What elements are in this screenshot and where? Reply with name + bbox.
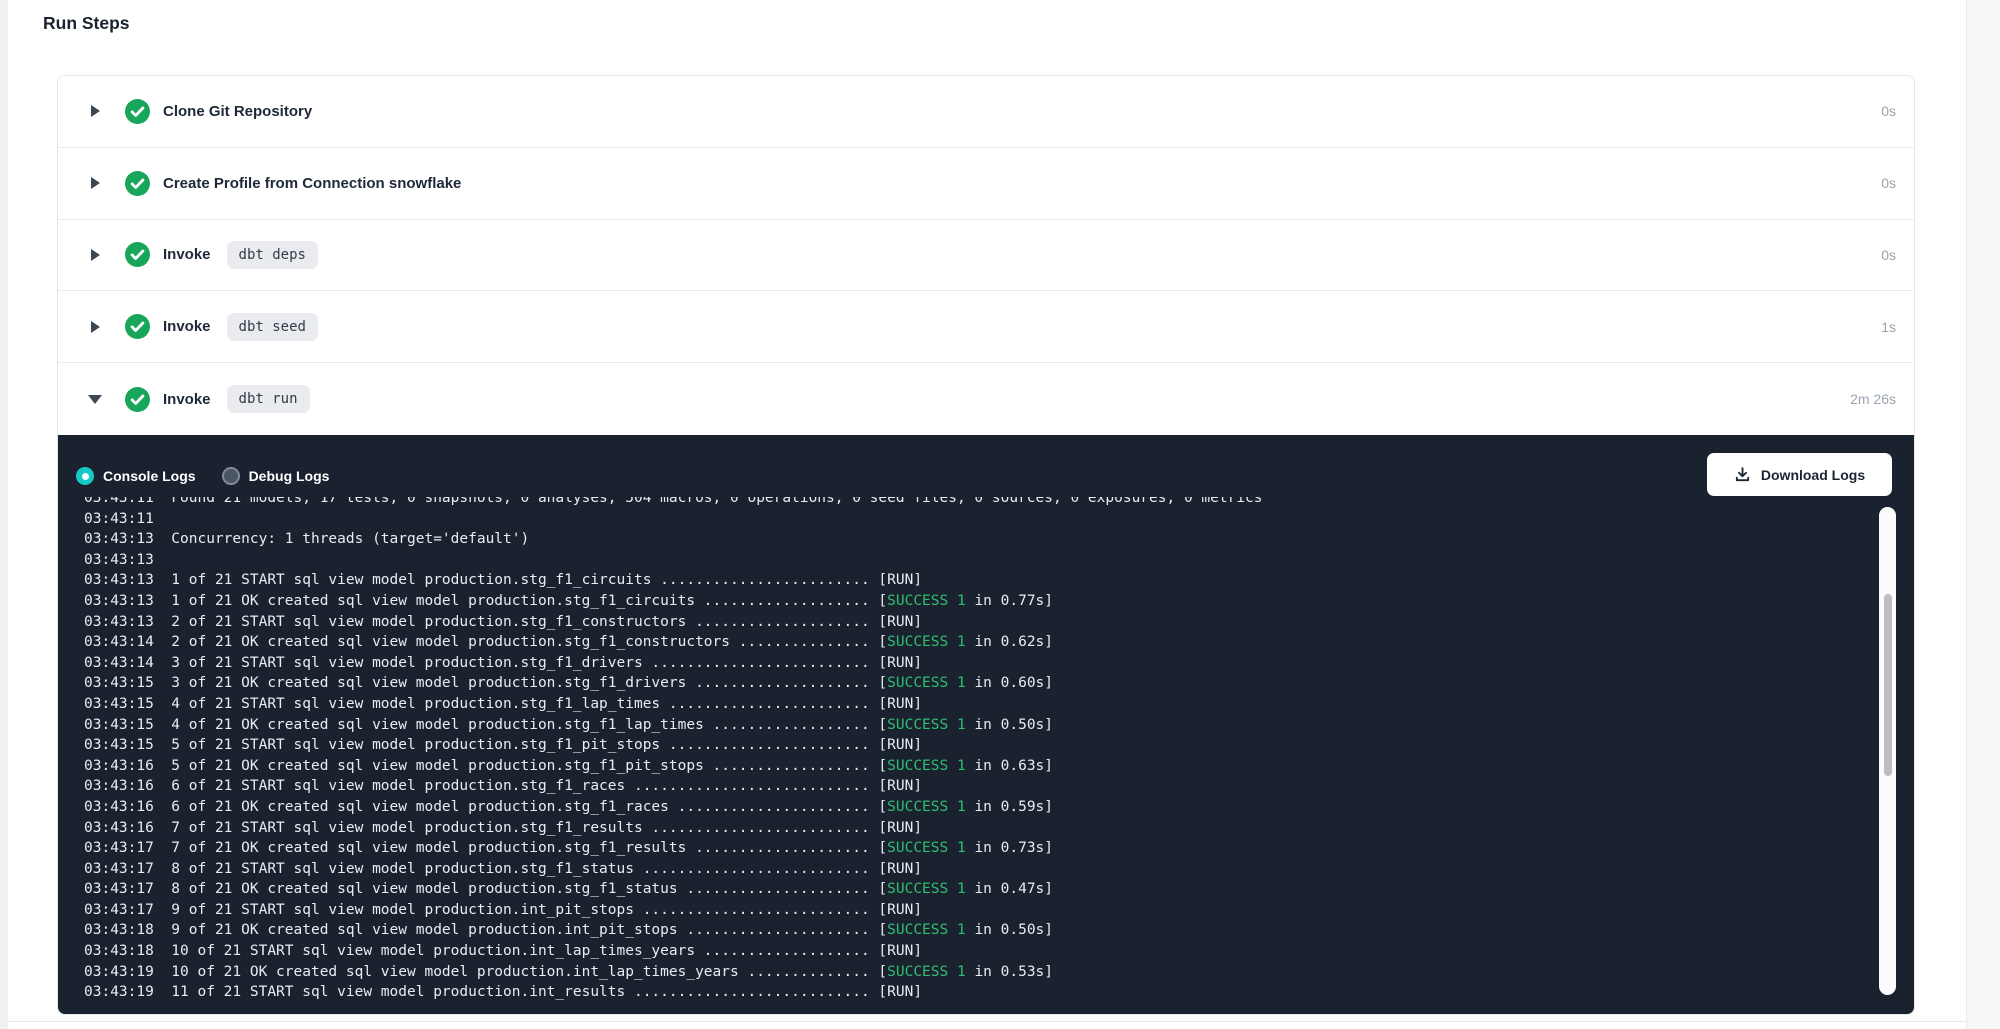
log-line: 03:43:14 2 of 21 OK created sql view mod… bbox=[84, 632, 1874, 653]
success-check-icon bbox=[125, 171, 150, 196]
log-line: 03:43:16 7 of 21 START sql view model pr… bbox=[84, 818, 1874, 839]
step-duration: 0s bbox=[1881, 175, 1896, 191]
log-line: 03:43:11 Found 21 models, 17 tests, 0 sn… bbox=[84, 497, 1874, 509]
log-line: 03:43:18 10 of 21 START sql view model p… bbox=[84, 941, 1874, 962]
page-title: Run Steps bbox=[43, 13, 130, 34]
log-line: 03:43:18 9 of 21 OK created sql view mod… bbox=[84, 920, 1874, 941]
right-gutter bbox=[1966, 0, 2000, 1029]
left-gutter bbox=[0, 0, 8, 1029]
log-tabs: Console Logs Debug Logs bbox=[76, 435, 329, 497]
log-line: 03:43:19 10 of 21 OK created sql view mo… bbox=[84, 962, 1874, 983]
step-duration: 2m 26s bbox=[1850, 391, 1896, 407]
log-panel: Console Logs Debug Logs Download Logs 03:… bbox=[58, 435, 1914, 1015]
log-line: 03:43:16 5 of 21 OK created sql view mod… bbox=[84, 756, 1874, 777]
log-scrollbar-track[interactable] bbox=[1879, 507, 1896, 995]
tab-debug-logs[interactable]: Debug Logs bbox=[222, 467, 330, 485]
step-duration: 0s bbox=[1881, 103, 1896, 119]
log-line: 03:43:19 11 of 21 START sql view model p… bbox=[84, 982, 1874, 1003]
step-command-badge: dbt deps bbox=[227, 241, 318, 269]
step-command-badge: dbt seed bbox=[227, 313, 318, 341]
chevron-down-icon[interactable] bbox=[89, 395, 101, 404]
step-label: Create Profile from Connection snowflake bbox=[163, 175, 461, 192]
success-check-icon bbox=[125, 314, 150, 339]
step-duration: 1s bbox=[1881, 319, 1896, 335]
log-line: 03:43:13 Concurrency: 1 threads (target=… bbox=[84, 529, 1874, 550]
log-scrollbar-thumb[interactable] bbox=[1884, 594, 1892, 776]
step-row-create-profile-from-connection-snowflake[interactable]: Create Profile from Connection snowflake… bbox=[58, 148, 1914, 220]
log-line: 03:43:17 9 of 21 START sql view model pr… bbox=[84, 900, 1874, 921]
step-row-dbt-run[interactable]: Invoke dbt run 2m 26s bbox=[58, 363, 1914, 435]
run-steps-page: Run Steps Clone Git Repository0sCreate P… bbox=[0, 0, 2000, 1029]
log-line: 03:43:17 8 of 21 OK created sql view mod… bbox=[84, 879, 1874, 900]
log-line: 03:43:16 6 of 21 START sql view model pr… bbox=[84, 776, 1874, 797]
log-line: 03:43:17 7 of 21 OK created sql view mod… bbox=[84, 838, 1874, 859]
log-panel-header: Console Logs Debug Logs Download Logs bbox=[58, 435, 1914, 497]
download-logs-label: Download Logs bbox=[1761, 467, 1865, 483]
step-row-dbt-seed[interactable]: Invoke dbt seed 1s bbox=[58, 291, 1914, 363]
chevron-right-icon[interactable] bbox=[89, 321, 101, 333]
log-line: 03:43:11 bbox=[84, 509, 1874, 530]
radio-label: Debug Logs bbox=[249, 468, 330, 484]
step-label: Invoke bbox=[163, 246, 211, 263]
step-label: Invoke bbox=[163, 391, 211, 408]
success-check-icon bbox=[125, 242, 150, 267]
log-line: 03:43:13 2 of 21 START sql view model pr… bbox=[84, 612, 1874, 633]
step-command-badge: dbt run bbox=[227, 385, 310, 413]
step-row-dbt-deps[interactable]: Invoke dbt deps 0s bbox=[58, 220, 1914, 292]
log-line: 03:43:16 6 of 21 OK created sql view mod… bbox=[84, 797, 1874, 818]
step-row-clone-git-repository[interactable]: Clone Git Repository 0s bbox=[58, 76, 1914, 148]
log-line: 03:43:15 4 of 21 START sql view model pr… bbox=[84, 694, 1874, 715]
divider bbox=[8, 1021, 1966, 1022]
success-check-icon bbox=[125, 99, 150, 124]
radio-unselected-icon[interactable] bbox=[222, 467, 240, 485]
success-check-icon bbox=[125, 387, 150, 412]
log-line: 03:43:13 bbox=[84, 550, 1874, 571]
log-line: 03:43:14 3 of 21 START sql view model pr… bbox=[84, 653, 1874, 674]
log-line: 03:43:13 1 of 21 START sql view model pr… bbox=[84, 570, 1874, 591]
step-label: Clone Git Repository bbox=[163, 103, 312, 120]
log-line: 03:43:17 8 of 21 START sql view model pr… bbox=[84, 859, 1874, 880]
log-line: 03:43:15 3 of 21 OK created sql view mod… bbox=[84, 673, 1874, 694]
radio-selected-icon[interactable] bbox=[76, 467, 94, 485]
download-logs-button[interactable]: Download Logs bbox=[1707, 453, 1892, 496]
log-line: 03:43:13 1 of 21 OK created sql view mod… bbox=[84, 591, 1874, 612]
step-label: Invoke bbox=[163, 318, 211, 335]
log-line: 03:43:15 4 of 21 OK created sql view mod… bbox=[84, 715, 1874, 736]
chevron-right-icon[interactable] bbox=[89, 249, 101, 261]
chevron-right-icon[interactable] bbox=[89, 105, 101, 117]
console-log-output: 03:43:11 Found 21 models, 17 tests, 0 sn… bbox=[84, 497, 1874, 1004]
step-duration: 0s bbox=[1881, 247, 1896, 263]
log-line: 03:43:15 5 of 21 START sql view model pr… bbox=[84, 735, 1874, 756]
download-icon bbox=[1734, 466, 1751, 483]
run-steps-card: Clone Git Repository0sCreate Profile fro… bbox=[57, 75, 1915, 1015]
steps-list: Clone Git Repository0sCreate Profile fro… bbox=[58, 76, 1914, 435]
chevron-right-icon[interactable] bbox=[89, 177, 101, 189]
radio-label: Console Logs bbox=[103, 468, 196, 484]
tab-console-logs[interactable]: Console Logs bbox=[76, 467, 196, 485]
